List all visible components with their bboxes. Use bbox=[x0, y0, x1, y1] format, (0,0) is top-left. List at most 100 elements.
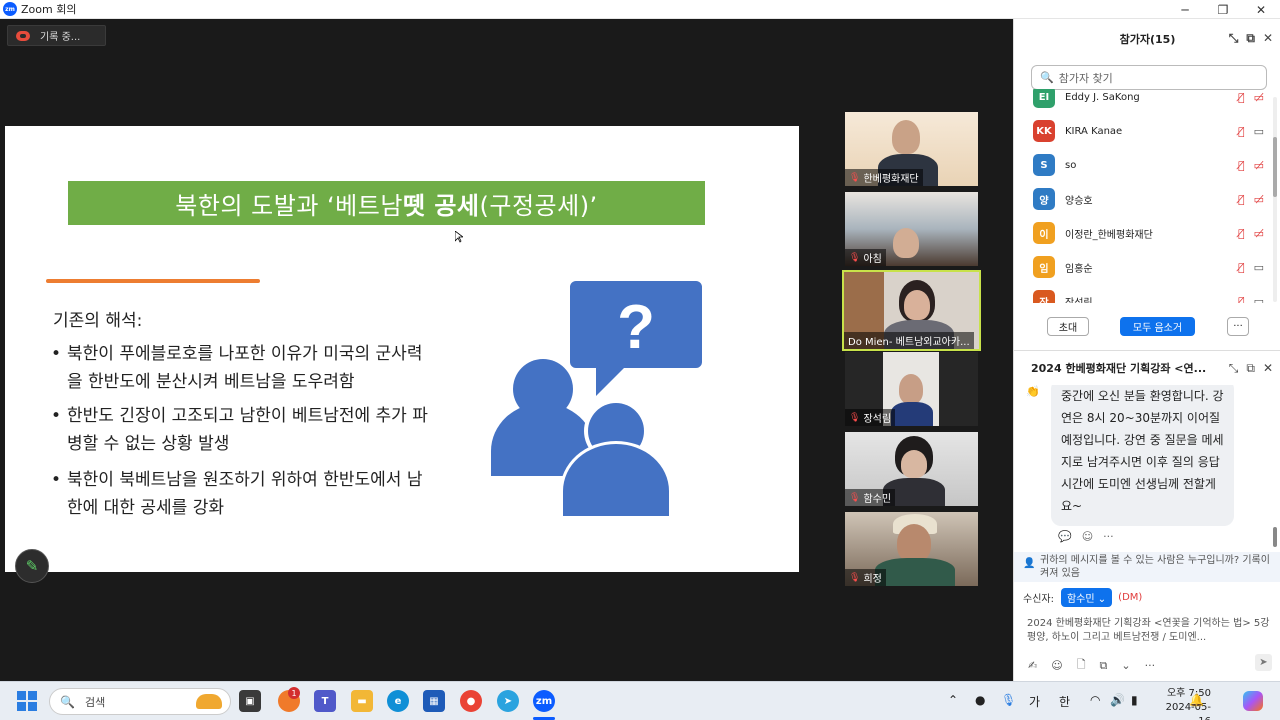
video-camera-icon[interactable]: ▭ bbox=[1254, 261, 1264, 274]
notification-bell-icon[interactable]: 🔔 bbox=[1189, 693, 1204, 707]
reply-icon[interactable]: 💬 bbox=[1058, 530, 1072, 543]
participant-face bbox=[897, 524, 931, 562]
screenshot-icon[interactable]: ⧉ bbox=[1100, 659, 1108, 673]
participant-name: 이정란_한베평화재단 bbox=[1065, 229, 1153, 241]
invite-button[interactable]: 초대 bbox=[1047, 317, 1089, 336]
ime-mode[interactable]: 한 bbox=[1059, 693, 1070, 710]
mic-muted-icon[interactable]: 🎙̸ bbox=[1238, 295, 1245, 304]
collapse-icon[interactable]: ⤡ bbox=[1229, 361, 1239, 376]
video-thumbnail[interactable]: 🎙 희정 bbox=[845, 512, 978, 586]
dm-tag: (DM) bbox=[1118, 592, 1143, 603]
edge-icon[interactable]: e bbox=[387, 690, 409, 712]
zoom-icon[interactable]: zm bbox=[533, 690, 555, 712]
mic-muted-icon[interactable]: 🎙̸ bbox=[1238, 261, 1245, 274]
teams-icon[interactable]: T bbox=[314, 690, 336, 712]
recording-badge[interactable]: 기록 중... bbox=[7, 25, 106, 46]
restore-icon[interactable]: ❐ bbox=[1204, 0, 1242, 19]
participant-face bbox=[899, 374, 923, 404]
mic-muted-icon[interactable]: 🎙̸ bbox=[1238, 91, 1245, 104]
mic-muted-icon[interactable]: 🎙̸ bbox=[1238, 159, 1245, 172]
recipient-dropdown[interactable]: 함수민 ⌄ bbox=[1060, 588, 1113, 607]
windows-start-icon[interactable] bbox=[17, 691, 37, 711]
participant-row[interactable]: 장 장석림 🎙̸ ▭ bbox=[1014, 284, 1274, 303]
more-icon[interactable]: ··· bbox=[1145, 659, 1156, 672]
copilot-icon[interactable] bbox=[1243, 691, 1263, 711]
chat-message-input[interactable]: 2024 한베평화재단 기획강좌 <연꽃을 기억하는 법> 5강 평양, 하노이… bbox=[1027, 617, 1272, 645]
video-off-icon[interactable]: ▭̸ bbox=[1254, 91, 1264, 104]
video-thumbnail-active-speaker[interactable]: Do Mien- 베트남외교아카... bbox=[842, 270, 981, 351]
participant-list: EI Eddy J. SaKong 🎙̸ ▭̸ KK KIRA Kanae 🎙̸ ▭… bbox=[1014, 89, 1280, 303]
participant-actions: 초대 모두 음소거 ··· bbox=[1014, 317, 1280, 341]
wifi-icon[interactable]: ◠ bbox=[1090, 693, 1100, 707]
chrome-icon[interactable]: ● bbox=[460, 690, 482, 712]
format-icon[interactable]: ✍ bbox=[1028, 659, 1037, 672]
popout-icon[interactable]: ⧉ bbox=[1246, 361, 1255, 376]
mic-muted-icon: 🎙 bbox=[849, 412, 861, 423]
participant-row[interactable]: 양 양승호 🎙̸ ▭̸ bbox=[1014, 182, 1274, 216]
task-view-icon[interactable]: ▣ bbox=[239, 690, 261, 712]
taskbar-search[interactable]: 🔍 검색 bbox=[49, 688, 231, 715]
volume-icon[interactable]: 🔊 bbox=[1110, 693, 1125, 707]
close-panel-icon[interactable]: ✕ bbox=[1263, 361, 1273, 376]
video-thumbnail[interactable]: 🎙 아침 bbox=[845, 192, 978, 266]
store-icon[interactable]: ▦ bbox=[423, 690, 445, 712]
chat-message-actions: 💬 ☺ ··· bbox=[1058, 530, 1114, 543]
video-off-icon[interactable]: ▭̸ bbox=[1254, 159, 1264, 172]
minimize-icon[interactable]: ─ bbox=[1166, 0, 1204, 19]
chat-messages: 👏 중간에 오신 분들 환영합니다. 강연은 8시 20~30분까지 이어질 예… bbox=[1014, 385, 1280, 553]
ime-language[interactable]: 가 bbox=[1029, 693, 1040, 710]
emoji-icon[interactable]: ☺ bbox=[1051, 659, 1062, 672]
video-camera-icon[interactable]: ▭ bbox=[1254, 295, 1264, 304]
chat-title: 2024 한베평화재단 기획강좌 <연... bbox=[1031, 362, 1207, 375]
popout-icon[interactable]: ⧉ bbox=[1246, 31, 1255, 46]
chevron-up-icon[interactable]: ⌃ bbox=[948, 693, 958, 707]
participant-face bbox=[892, 120, 920, 154]
participant-row[interactable]: EI Eddy J. SaKong 🎙̸ ▭̸ bbox=[1014, 89, 1274, 114]
participant-row[interactable]: S so 🎙̸ ▭̸ bbox=[1014, 148, 1274, 182]
telegram-icon[interactable]: ➤ bbox=[497, 690, 519, 712]
participant-row[interactable]: KK KIRA Kanae 🎙̸ ▭ bbox=[1014, 114, 1274, 148]
slide-bullet: • 북한이 북베트남을 원조하기 위하여 한반도에서 남한에 대한 공세를 강화 bbox=[51, 466, 431, 522]
video-thumbnail[interactable]: 🎙 한베평화재단 bbox=[845, 112, 978, 186]
avatar: KK bbox=[1033, 120, 1055, 142]
microphone-icon[interactable]: 🎙 bbox=[1001, 693, 1016, 707]
video-off-icon[interactable]: ▭̸ bbox=[1254, 227, 1264, 240]
visibility-text: 귀하의 메시지를 볼 수 있는 사람은 누구입니까? 기록이 켜져 있음 bbox=[1040, 555, 1270, 579]
participant-row[interactable]: 이 이정란_한베평화재단 🎙̸ ▭̸ bbox=[1014, 216, 1274, 250]
people-icon: 👤 bbox=[1023, 558, 1036, 569]
chat-bubble-icon[interactable]: ● bbox=[975, 693, 985, 707]
chat-visibility-notice[interactable]: 👤 귀하의 메시지를 볼 수 있는 사람은 누구입니까? 기록이 켜져 있음 bbox=[1014, 552, 1280, 582]
participant-face bbox=[904, 290, 930, 320]
mic-muted-icon[interactable]: 🎙̸ bbox=[1238, 227, 1245, 240]
participant-search-input[interactable]: 🔍 참가자 찾기 bbox=[1031, 65, 1267, 90]
participant-row[interactable]: 임 임홍순 🎙̸ ▭ bbox=[1014, 250, 1274, 284]
mic-muted-icon[interactable]: 🎙̸ bbox=[1238, 125, 1245, 138]
send-icon[interactable]: ➤ bbox=[1255, 654, 1272, 671]
bullet-text: 북한이 푸에블로호를 나포한 이유가 미국의 군사력을 한반도에 분산시켜 베트… bbox=[67, 344, 423, 392]
chevron-down-icon[interactable]: ⌄ bbox=[1121, 659, 1130, 672]
bullet-text: 북한이 북베트남을 원조하기 위하여 한반도에서 남한에 대한 공세를 강화 bbox=[67, 470, 423, 518]
more-options-button[interactable]: ··· bbox=[1227, 317, 1249, 336]
emoji-react-icon[interactable]: ☺ bbox=[1082, 530, 1093, 543]
mute-all-button[interactable]: 모두 음소거 bbox=[1120, 317, 1195, 336]
mouse-cursor-icon bbox=[455, 231, 463, 243]
battery-icon[interactable]: ▮ bbox=[1131, 693, 1138, 707]
file-explorer-icon[interactable]: ▬ bbox=[351, 690, 373, 712]
participant-scrollbar[interactable] bbox=[1273, 97, 1277, 302]
participant-name: 임홍순 bbox=[1065, 263, 1093, 275]
chat-scrollbar[interactable] bbox=[1273, 419, 1277, 551]
video-off-icon[interactable]: ▭̸ bbox=[1254, 193, 1264, 206]
thumbnail-name: 함수민 bbox=[863, 494, 892, 505]
file-icon[interactable]: 🗋 bbox=[1077, 656, 1086, 675]
close-panel-icon[interactable]: ✕ bbox=[1263, 31, 1273, 46]
more-icon[interactable]: ··· bbox=[1103, 530, 1114, 543]
collapse-icon[interactable]: ⤡ bbox=[1229, 31, 1239, 46]
mic-muted-icon[interactable]: 🎙̸ bbox=[1238, 193, 1245, 206]
close-icon[interactable]: ✕ bbox=[1242, 0, 1280, 19]
thumbnail-name: 한베평화재단 bbox=[863, 174, 919, 185]
annotate-pencil-icon[interactable]: ✎ bbox=[15, 549, 49, 583]
video-thumbnail[interactable]: 🎙 장석림 bbox=[845, 352, 978, 426]
video-thumbnail[interactable]: 🎙 함수민 bbox=[845, 432, 978, 506]
video-camera-icon[interactable]: ▭ bbox=[1254, 125, 1264, 138]
thumbnail-name-tag: 🎙 장석림 bbox=[845, 409, 896, 426]
